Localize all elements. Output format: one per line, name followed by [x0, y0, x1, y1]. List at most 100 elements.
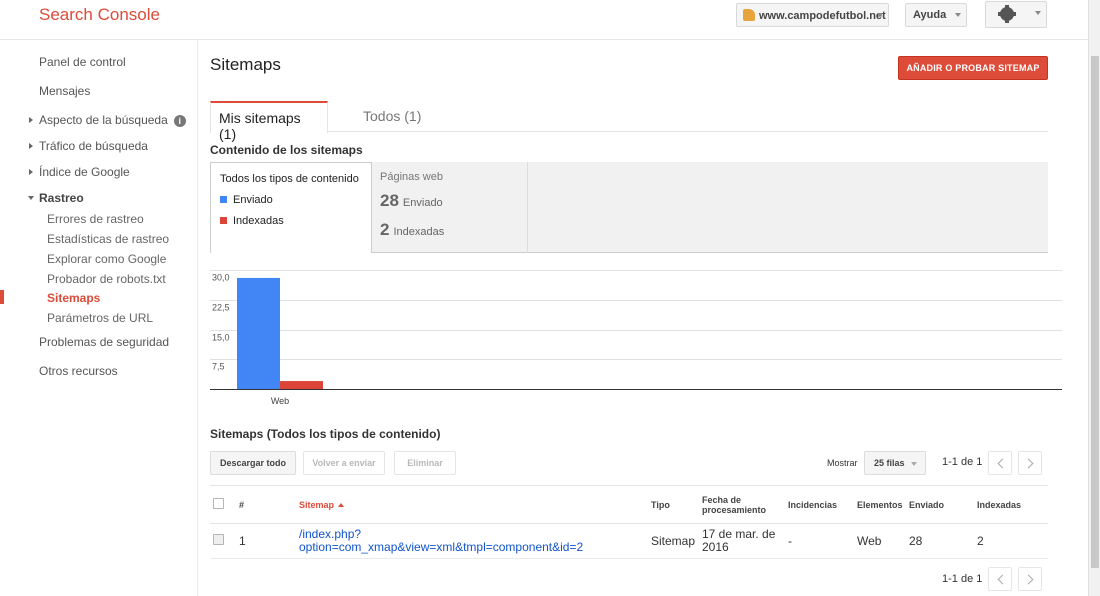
sidebar: Panel de control Mensajes Aspecto de la …: [0, 40, 198, 596]
sitemap-bar-chart: 7,5 15,0 22,5 30,0 Web: [210, 270, 1062, 406]
site-selector[interactable]: www.campodefutbol.net: [736, 3, 889, 27]
stats-header: Páginas web: [380, 171, 443, 183]
app-logo[interactable]: Search Console: [39, 5, 160, 25]
row-checkbox-cell: [210, 523, 236, 559]
cell-indexed: 2: [974, 523, 1048, 559]
tab-bar: Mis sitemaps (1) Todos (1): [210, 101, 1048, 142]
column-header-elements[interactable]: Elementos: [854, 485, 906, 524]
help-button[interactable]: Ayuda: [905, 3, 967, 27]
content-type-filter[interactable]: Todos los tipos de contenido Enviado Ind…: [210, 162, 372, 253]
sidebar-item-messages[interactable]: Mensajes: [39, 84, 90, 98]
cell-sent: 28: [906, 523, 974, 559]
column-header-date[interactable]: Fecha de procesamiento: [699, 485, 785, 524]
previous-page-button-bottom[interactable]: [988, 567, 1012, 591]
settings-button[interactable]: [985, 1, 1047, 28]
site-selector-label: www.campodefutbol.net: [759, 10, 886, 22]
stat-sent-value: 28: [380, 191, 399, 210]
sitemaps-table: # Sitemap Tipo Fecha de procesamiento In…: [210, 485, 1048, 559]
header-checkbox-cell: [210, 485, 236, 524]
legend-label: Indexadas: [233, 215, 284, 227]
site-favicon-icon: [743, 9, 755, 21]
filter-all-types: Todos los tipos de contenido: [220, 173, 359, 185]
cell-sitemap: /index.php?option=com_xmap&view=xml&tmpl…: [296, 523, 648, 559]
next-page-button[interactable]: [1018, 451, 1042, 475]
column-header-type[interactable]: Tipo: [648, 485, 699, 524]
legend-label: Enviado: [233, 194, 273, 206]
column-header-sent[interactable]: Enviado: [906, 485, 974, 524]
top-bar: Search Console www.campodefutbol.net Ayu…: [0, 0, 1088, 40]
row-checkbox[interactable]: [213, 534, 224, 545]
table-header-row: # Sitemap Tipo Fecha de procesamiento In…: [210, 485, 1048, 524]
chevron-left-icon: [997, 574, 1008, 585]
sidebar-item-crawl[interactable]: Rastreo: [28, 191, 84, 205]
gear-icon: [998, 5, 1016, 23]
delete-button[interactable]: Eliminar: [394, 451, 456, 475]
y-tick-label: 22,5: [212, 303, 230, 313]
previous-page-button[interactable]: [988, 451, 1012, 475]
column-header-sitemap-label: Sitemap: [299, 499, 335, 510]
next-page-button-bottom[interactable]: [1018, 567, 1042, 591]
add-test-sitemap-button[interactable]: AÑADIR O PROBAR SITEMAP: [898, 56, 1048, 80]
legend-item-sent[interactable]: Enviado: [220, 194, 273, 206]
info-icon[interactable]: i: [173, 115, 186, 127]
download-all-button[interactable]: Descargar todo: [210, 451, 296, 475]
chevron-left-icon: [997, 458, 1008, 469]
sidebar-subitem-crawl-stats[interactable]: Estadísticas de rastreo: [47, 232, 169, 246]
sidebar-item-search-traffic[interactable]: Tráfico de búsqueda: [29, 139, 148, 153]
sidebar-item-security-issues[interactable]: Problemas de seguridad: [39, 335, 169, 349]
content-section-title: Contenido de los sitemaps: [210, 143, 363, 157]
cell-issues: -: [785, 523, 854, 559]
sidebar-item-label: Aspecto de la búsqueda: [39, 113, 168, 127]
stat-indexed-value: 2: [380, 220, 390, 239]
sidebar-item-search-appearance[interactable]: Aspecto de la búsqueda i: [29, 113, 186, 127]
rows-per-page-select[interactable]: 25 filas: [864, 451, 926, 475]
help-button-label: Ayuda: [913, 9, 947, 21]
column-header-sitemap[interactable]: Sitemap: [296, 485, 648, 524]
active-nav-marker: [0, 290, 4, 304]
chevron-down-icon: [955, 13, 961, 17]
table-section-title: Sitemaps (Todos los tipos de contenido): [210, 427, 441, 441]
sidebar-item-other-resources[interactable]: Otros recursos: [39, 364, 118, 378]
web-pages-stats[interactable]: Páginas web 28 Enviado 2 Indexadas: [372, 162, 528, 253]
chevron-down-icon: [911, 462, 917, 466]
resubmit-button[interactable]: Volver a enviar: [303, 451, 385, 475]
pagination-text: 1-1 de 1: [942, 456, 983, 468]
tab-my-sitemaps[interactable]: Mis sitemaps (1): [210, 101, 328, 142]
x-tick-label: Web: [271, 396, 289, 406]
sidebar-subitem-sitemaps[interactable]: Sitemaps: [47, 291, 100, 305]
legend-item-indexed[interactable]: Indexadas: [220, 215, 284, 227]
vertical-scrollbar[interactable]: [1088, 0, 1100, 596]
column-header-issues[interactable]: Incidencias: [785, 485, 854, 524]
table-row: 1 /index.php?option=com_xmap&view=xml&tm…: [210, 523, 1048, 559]
sort-ascending-icon: [338, 502, 345, 507]
tab-all[interactable]: Todos (1): [355, 101, 429, 132]
chevron-right-icon: [1023, 574, 1034, 585]
cell-type: Sitemap: [648, 523, 699, 559]
y-tick-label: 7,5: [212, 362, 225, 372]
sidebar-subitem-robots-tester[interactable]: Probador de robots.txt: [47, 272, 166, 286]
sidebar-item-google-index[interactable]: Índice de Google: [29, 165, 130, 179]
select-all-checkbox[interactable]: [213, 498, 224, 509]
chevron-down-icon: [877, 13, 883, 17]
sidebar-subitem-crawl-errors[interactable]: Errores de rastreo: [47, 212, 144, 226]
rows-per-page-value: 25 filas: [874, 458, 905, 468]
page-title: Sitemaps: [210, 55, 281, 74]
chevron-right-icon: [1023, 458, 1034, 469]
stat-indexed: 2 Indexadas: [380, 220, 444, 240]
legend-swatch-sent: [220, 196, 227, 203]
sidebar-subitem-fetch-as-google[interactable]: Explorar como Google: [47, 252, 166, 266]
chevron-down-icon: [1035, 11, 1041, 15]
bar-enviado: [237, 277, 280, 389]
stat-indexed-label: Indexadas: [393, 226, 445, 238]
cell-date: 17 de mar. de 2016: [699, 523, 785, 559]
bar-indexadas: [280, 381, 323, 389]
sidebar-item-dashboard[interactable]: Panel de control: [39, 55, 126, 69]
sidebar-subitem-url-parameters[interactable]: Parámetros de URL: [47, 311, 153, 325]
cell-elements: Web: [854, 523, 906, 559]
sitemap-link[interactable]: /index.php?option=com_xmap&view=xml&tmpl…: [299, 527, 583, 554]
column-header-indexed[interactable]: Indexadas: [974, 485, 1048, 524]
scrollbar-thumb[interactable]: [1091, 56, 1099, 568]
stat-sent-label: Enviado: [402, 197, 443, 209]
column-header-num[interactable]: #: [236, 485, 296, 524]
cell-num: 1: [236, 523, 296, 559]
